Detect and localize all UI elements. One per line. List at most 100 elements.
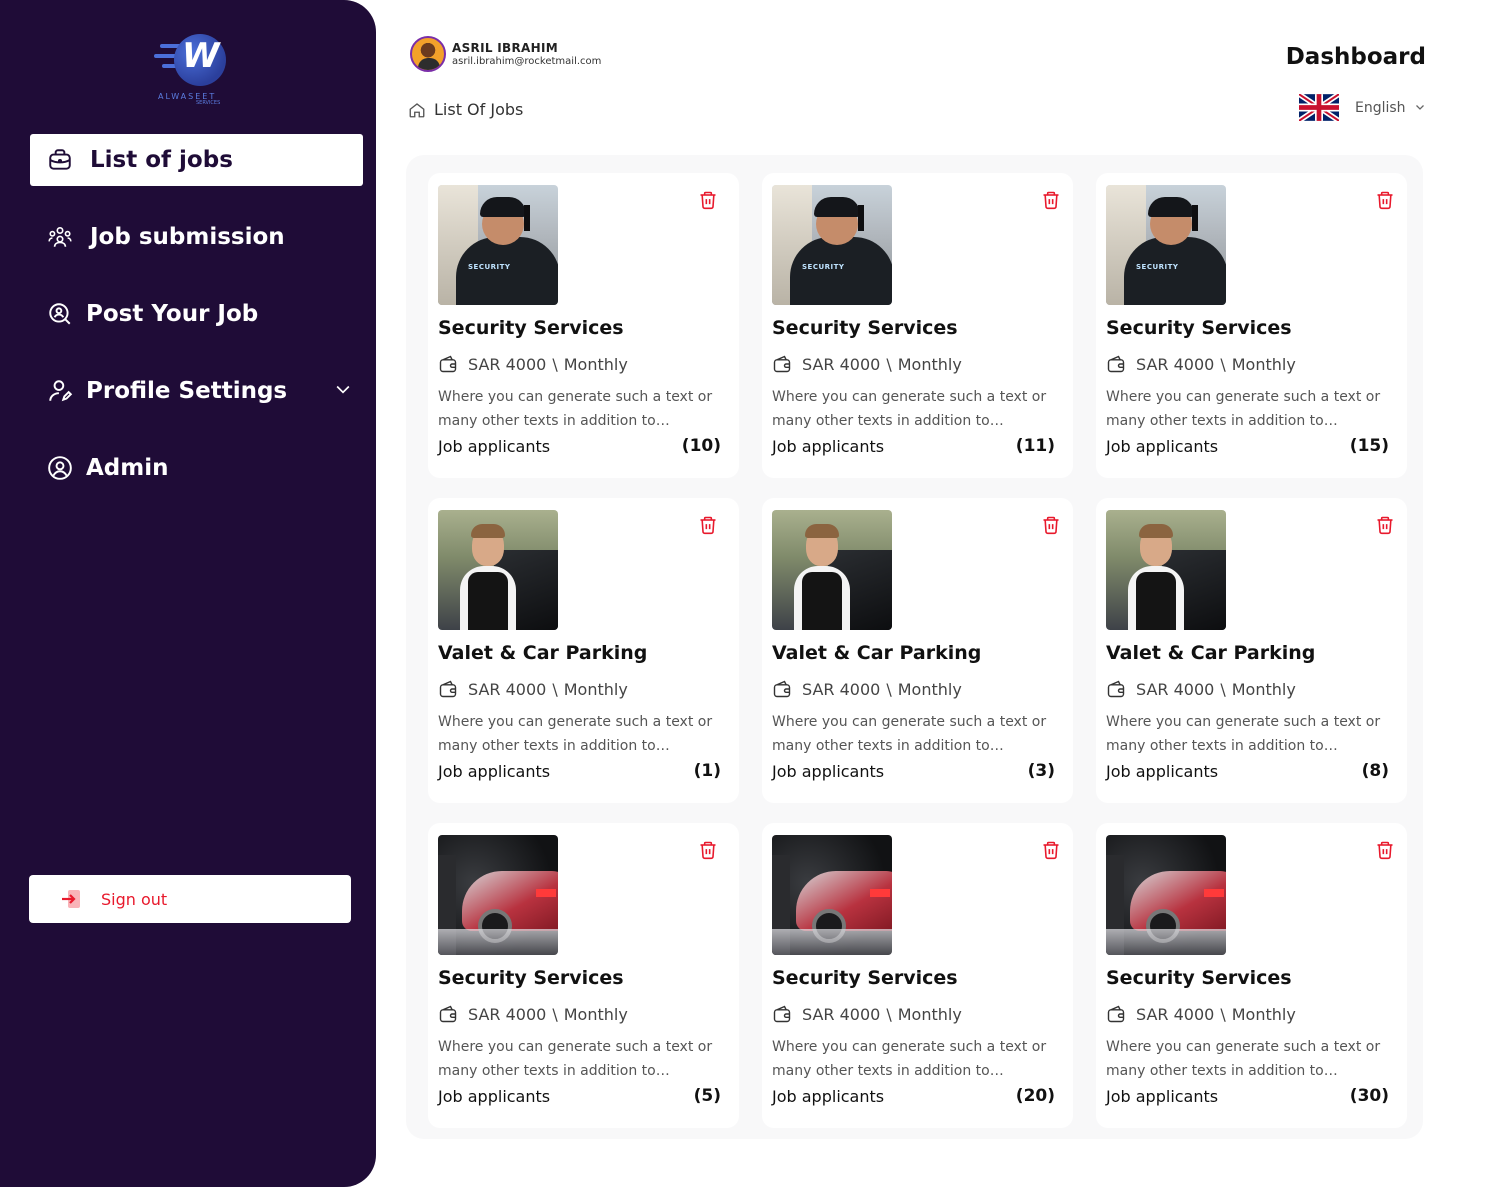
users-icon [46,223,74,251]
sidebar-item-job-submission[interactable]: Job submission [30,211,363,263]
job-description: Where you can generate such a text or ma… [772,389,1047,429]
applicants-count[interactable]: (3) [1028,761,1055,781]
job-salary: SAR 4000 \ Monthly [438,679,628,699]
job-description: Where you can generate such a text or ma… [772,714,1047,754]
applicants-label: Job applicants [772,437,885,456]
search-user-icon [46,300,74,328]
briefcase-icon [46,146,74,174]
logout-icon [59,887,83,911]
job-card[interactable]: SECURITY Security Services SAR 4000 \ Mo… [428,173,739,478]
applicants-count[interactable]: (5) [694,1086,721,1106]
job-title: Security Services [772,317,958,339]
job-image [1106,510,1226,630]
wallet-icon [1106,354,1126,374]
trash-icon[interactable] [698,514,718,536]
user-email: asril.ibrahim@rocketmail.com [452,56,602,67]
breadcrumb: List Of Jobs [408,100,523,119]
job-description: Where you can generate such a text or ma… [438,389,713,429]
job-image: SECURITY [1106,185,1226,305]
applicants-count[interactable]: (1) [694,761,721,781]
job-image [1106,835,1226,955]
job-description: Where you can generate such a text or ma… [438,714,713,754]
sidebar-item-post-your-job[interactable]: Post Your Job [30,288,363,340]
applicants-label: Job applicants [1106,762,1219,781]
wallet-icon [772,679,792,699]
applicants-count[interactable]: (20) [1016,1086,1055,1106]
salary-separator: \ [886,1004,892,1024]
language-label: English [1355,99,1406,116]
applicants-count[interactable]: (8) [1362,761,1389,781]
sidebar-item-admin[interactable]: Admin [30,442,363,494]
trash-icon[interactable] [1041,839,1061,861]
job-description: Where you can generate such a text or ma… [1106,389,1381,429]
sidebar-item-label: Post Your Job [86,301,259,327]
job-description: Where you can generate such a text or ma… [1106,714,1381,754]
wallet-icon [438,679,458,699]
job-card[interactable]: SECURITY Security Services SAR 4000 \ Mo… [1096,173,1407,478]
applicants-count[interactable]: (15) [1350,436,1389,456]
trash-icon[interactable] [1041,514,1061,536]
user-circle-icon [46,454,74,482]
logo: W ALWASEET SERVICES [154,30,234,108]
job-title: Security Services [772,967,958,989]
applicants-label: Job applicants [438,437,551,456]
job-image [438,835,558,955]
job-card[interactable]: Valet & Car Parking SAR 4000 \ Monthly W… [1096,498,1407,803]
applicants-label: Job applicants [1106,1087,1219,1106]
signout-button[interactable]: Sign out [29,875,351,923]
salary-period: Monthly [897,679,962,699]
applicants-count[interactable]: (10) [682,436,721,456]
salary-amount: SAR 4000 [468,354,547,374]
job-card[interactable]: SECURITY Security Services SAR 4000 \ Mo… [762,173,1073,478]
sidebar-item-list-of-jobs[interactable]: List of jobs [30,134,363,186]
salary-separator: \ [552,1004,558,1024]
sidebar-item-profile-settings[interactable]: Profile Settings [30,365,363,417]
job-description: Where you can generate such a text or ma… [772,1039,1047,1079]
user-name: ASRIL IBRAHIM [452,41,558,55]
job-title: Security Services [438,967,624,989]
job-salary: SAR 4000 \ Monthly [1106,1004,1296,1024]
job-image [772,510,892,630]
trash-icon[interactable] [698,839,718,861]
job-title: Valet & Car Parking [772,642,982,664]
applicants-label: Job applicants [1106,437,1219,456]
job-salary: SAR 4000 \ Monthly [772,679,962,699]
applicants-label: Job applicants [772,1087,885,1106]
sidebar-item-label: List of jobs [90,147,233,173]
wallet-icon [438,354,458,374]
job-card[interactable]: Valet & Car Parking SAR 4000 \ Monthly W… [762,498,1073,803]
salary-period: Monthly [563,1004,628,1024]
language-selector[interactable]: English [1299,94,1426,121]
job-card[interactable]: Security Services SAR 4000 \ Monthly Whe… [1096,823,1407,1128]
salary-separator: \ [552,354,558,374]
sidebar: W ALWASEET SERVICES List of jobs Job sub… [0,0,376,1187]
job-salary: SAR 4000 \ Monthly [438,1004,628,1024]
user-edit-icon [46,377,74,405]
trash-icon[interactable] [698,189,718,211]
salary-amount: SAR 4000 [802,679,881,699]
salary-period: Monthly [1231,679,1296,699]
job-card[interactable]: Security Services SAR 4000 \ Monthly Whe… [762,823,1073,1128]
job-title: Valet & Car Parking [1106,642,1316,664]
chevron-down-icon[interactable] [333,379,353,405]
job-card[interactable]: Security Services SAR 4000 \ Monthly Whe… [428,823,739,1128]
uk-flag-icon [1299,94,1339,121]
trash-icon[interactable] [1375,839,1395,861]
job-card[interactable]: Valet & Car Parking SAR 4000 \ Monthly W… [428,498,739,803]
salary-amount: SAR 4000 [802,1004,881,1024]
page-title: Dashboard [1285,44,1426,70]
trash-icon[interactable] [1375,514,1395,536]
salary-separator: \ [1220,1004,1226,1024]
wallet-icon [1106,1004,1126,1024]
chevron-down-icon [1414,98,1426,117]
trash-icon[interactable] [1375,189,1395,211]
applicants-count[interactable]: (11) [1016,436,1055,456]
applicants-count[interactable]: (30) [1350,1086,1389,1106]
salary-amount: SAR 4000 [1136,1004,1215,1024]
salary-period: Monthly [563,354,628,374]
salary-separator: \ [1220,679,1226,699]
home-icon[interactable] [408,101,426,119]
trash-icon[interactable] [1041,189,1061,211]
user-profile[interactable]: ASRIL IBRAHIM asril.ibrahim@rocketmail.c… [410,36,601,72]
job-salary: SAR 4000 \ Monthly [1106,679,1296,699]
